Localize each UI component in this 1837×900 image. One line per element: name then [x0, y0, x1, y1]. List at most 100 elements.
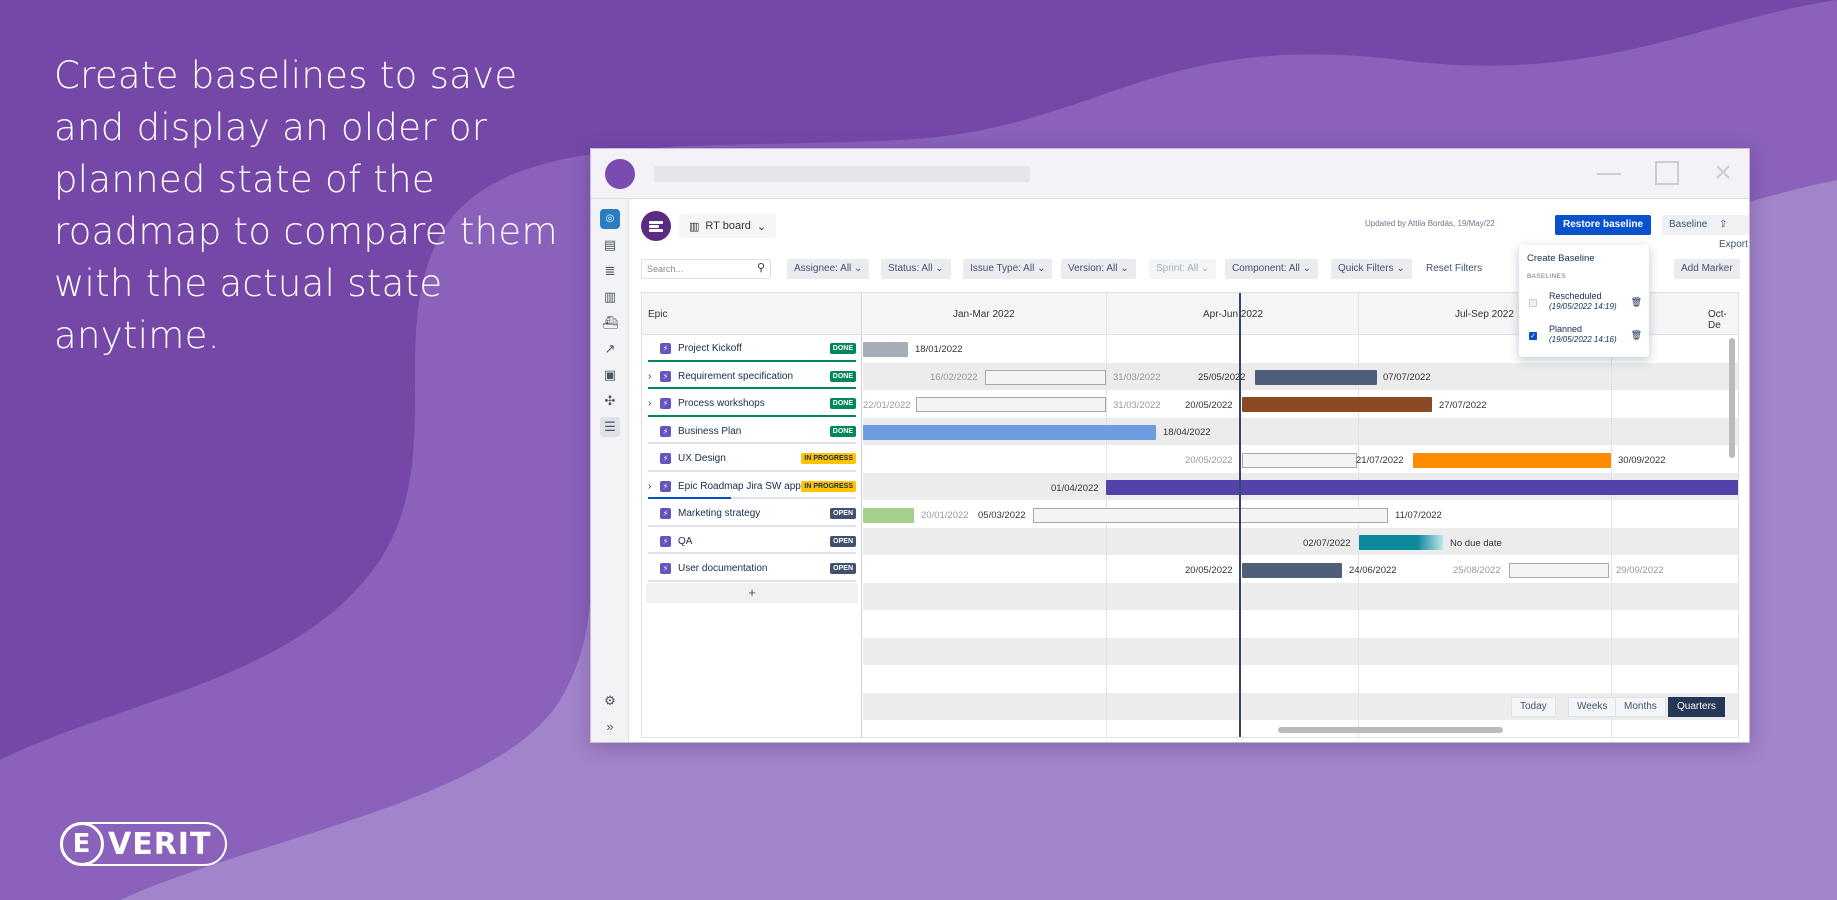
vertical-scrollbar[interactable]	[1729, 338, 1735, 458]
timeline-row	[863, 527, 1738, 555]
date-label: 27/07/2022	[1439, 400, 1487, 411]
baseline-bar	[1033, 508, 1388, 523]
epic-progress-bar	[648, 552, 856, 554]
timeline: Jan-Mar 2022 Apr-Jun 2022 Jul-Sep 2022 O…	[863, 293, 1738, 737]
epic-bar[interactable]	[1413, 453, 1611, 468]
reset-filters-link[interactable]: Reset Filters	[1426, 259, 1482, 279]
trash-icon[interactable]: 🗑	[1631, 297, 1642, 308]
epic-bar[interactable]	[1359, 535, 1443, 550]
epic-row[interactable]: ⚡ Project Kickoff DONE	[642, 335, 862, 363]
sprint-filter[interactable]: Sprint: All ⌄	[1149, 259, 1217, 279]
today-marker	[1239, 293, 1241, 737]
add-marker-button[interactable]: Add Marker	[1674, 259, 1740, 279]
weeks-button[interactable]: Weeks	[1568, 697, 1617, 717]
status-filter[interactable]: Status: All ⌄	[881, 259, 951, 279]
epic-name[interactable]: QA	[678, 536, 692, 547]
pages-icon[interactable]: ▣	[600, 365, 620, 385]
add-epic-button[interactable]: +	[646, 583, 858, 603]
expand-sidebar-icon[interactable]: »	[600, 717, 620, 737]
epic-type-icon: ⚡	[660, 535, 671, 547]
expand-chevron-icon[interactable]: ›	[648, 371, 651, 382]
epic-name[interactable]: Project Kickoff	[678, 343, 742, 354]
epic-name[interactable]: Marketing strategy	[678, 508, 760, 519]
epic-name[interactable]: UX Design	[678, 453, 726, 464]
epic-type-icon: ⚡	[660, 343, 671, 354]
component-filter[interactable]: Component: All ⌄	[1225, 259, 1318, 279]
search-icon: ⚲	[757, 262, 766, 274]
chevron-down-icon: ⌄	[756, 220, 767, 233]
toolbar: ▥ RT board ⌄ Updated by Attila Bordás, 1…	[641, 211, 1749, 250]
epic-bar[interactable]	[1242, 397, 1432, 412]
create-baseline-item[interactable]: Create Baseline	[1527, 253, 1595, 264]
roadmap-icon[interactable]: ▤	[600, 235, 620, 255]
issue-type-filter[interactable]: Issue Type: All ⌄	[963, 259, 1053, 279]
search-input[interactable]: Search...	[641, 259, 771, 279]
epic-row[interactable]: › ⚡ Epic Roadmap Jira SW app IN PROGRESS	[642, 473, 862, 501]
epic-progress-fill	[648, 387, 856, 389]
date-label: 18/01/2022	[915, 344, 963, 355]
epic-progress-bar	[648, 579, 856, 582]
export-button[interactable]: ⇪ Export	[1712, 215, 1749, 250]
releases-icon[interactable]: ⛴	[600, 313, 620, 333]
settings-gear-icon[interactable]: ⚙	[600, 691, 620, 711]
epic-name[interactable]: Requirement specification	[678, 371, 793, 382]
epic-type-icon: ⚡	[660, 398, 671, 409]
epic-row[interactable]: ⚡ Marketing strategy OPEN	[642, 500, 862, 528]
quick-filters-dropdown[interactable]: Quick Filters ⌄	[1331, 259, 1412, 279]
epic-bar[interactable]	[1255, 370, 1377, 385]
reports-icon[interactable]: ↗	[600, 339, 620, 359]
backlog-icon[interactable]: ≣	[600, 261, 620, 281]
epic-roadmap-icon[interactable]: ☰	[600, 417, 620, 437]
epic-bar[interactable]	[1106, 480, 1738, 495]
today-button[interactable]: Today	[1511, 697, 1556, 717]
epic-progress-fill	[648, 414, 856, 417]
version-filter[interactable]: Version: All ⌄	[1061, 259, 1136, 279]
addons-icon[interactable]: ✣	[600, 391, 620, 411]
baseline-item[interactable]: Rescheduled (19/05/2022 14:19) 🗑	[1527, 291, 1642, 317]
epic-name[interactable]: Business Plan	[678, 426, 741, 437]
assignee-filter[interactable]: Assignee: All ⌄	[787, 259, 870, 279]
epic-name[interactable]: Epic Roadmap Jira SW app	[678, 481, 801, 492]
baseline-button[interactable]: Baseline	[1662, 215, 1715, 235]
baseline-date-label: 25/08/2022	[1453, 565, 1501, 576]
close-icon[interactable]: ×	[1711, 158, 1735, 188]
horizontal-scrollbar[interactable]	[1278, 727, 1503, 733]
trash-icon[interactable]: 🗑	[1631, 330, 1642, 341]
epic-bar[interactable]	[863, 508, 914, 523]
expand-chevron-icon[interactable]: ›	[648, 398, 651, 409]
epic-row[interactable]: › ⚡ Process workshops DONE	[642, 390, 862, 418]
epic-name[interactable]: User documentation	[678, 563, 768, 574]
months-button[interactable]: Months	[1615, 697, 1666, 717]
epic-name[interactable]: Process workshops	[678, 398, 765, 409]
epic-bar[interactable]	[863, 342, 908, 357]
left-navigation: ◎ ▤ ≣ ▥ ⛴ ↗ ▣ ✣ ☰ ⚙ »	[591, 199, 629, 742]
status-badge: OPEN	[830, 508, 856, 519]
timeline-row	[863, 582, 1738, 610]
epic-row[interactable]: ⚡ User documentation OPEN	[642, 555, 862, 583]
quarter-label: Jan-Mar 2022	[953, 309, 1015, 320]
restore-baseline-button[interactable]: Restore baseline	[1555, 215, 1652, 235]
epic-bar[interactable]	[863, 425, 1156, 440]
epic-row[interactable]: ⚡ Business Plan DONE	[642, 418, 862, 446]
baseline-checkbox[interactable]	[1529, 299, 1537, 307]
quarters-button[interactable]: Quarters	[1668, 697, 1725, 717]
baselines-heading: BASELINES	[1527, 273, 1566, 280]
baseline-checkbox[interactable]: ✓	[1529, 332, 1537, 340]
board-selector[interactable]: ▥ RT board ⌄	[679, 214, 777, 238]
epic-row[interactable]: › ⚡ Requirement specification DONE	[642, 363, 862, 391]
epic-row[interactable]: ⚡ UX Design IN PROGRESS	[642, 445, 862, 473]
epic-type-icon: ⚡	[660, 453, 671, 464]
board-icon[interactable]: ▥	[600, 287, 620, 307]
maximize-icon[interactable]	[1655, 161, 1679, 185]
baseline-date-label: 31/03/2022	[1113, 400, 1161, 411]
timeline-row	[863, 610, 1738, 638]
minimize-icon[interactable]	[1597, 161, 1621, 185]
app-switcher-icon[interactable]: ◎	[600, 209, 620, 229]
baseline-item[interactable]: ✓ Planned (19/05/2022 14:16) 🗑	[1527, 324, 1642, 350]
epic-row[interactable]: ⚡ QA OPEN	[642, 528, 862, 556]
expand-chevron-icon[interactable]: ›	[648, 481, 651, 492]
headline-text: Create baselines to save and display an …	[54, 54, 558, 357]
epic-bar[interactable]	[1242, 563, 1342, 578]
window-app-icon	[605, 159, 635, 189]
baseline-date-label: 16/02/2022	[930, 372, 978, 383]
